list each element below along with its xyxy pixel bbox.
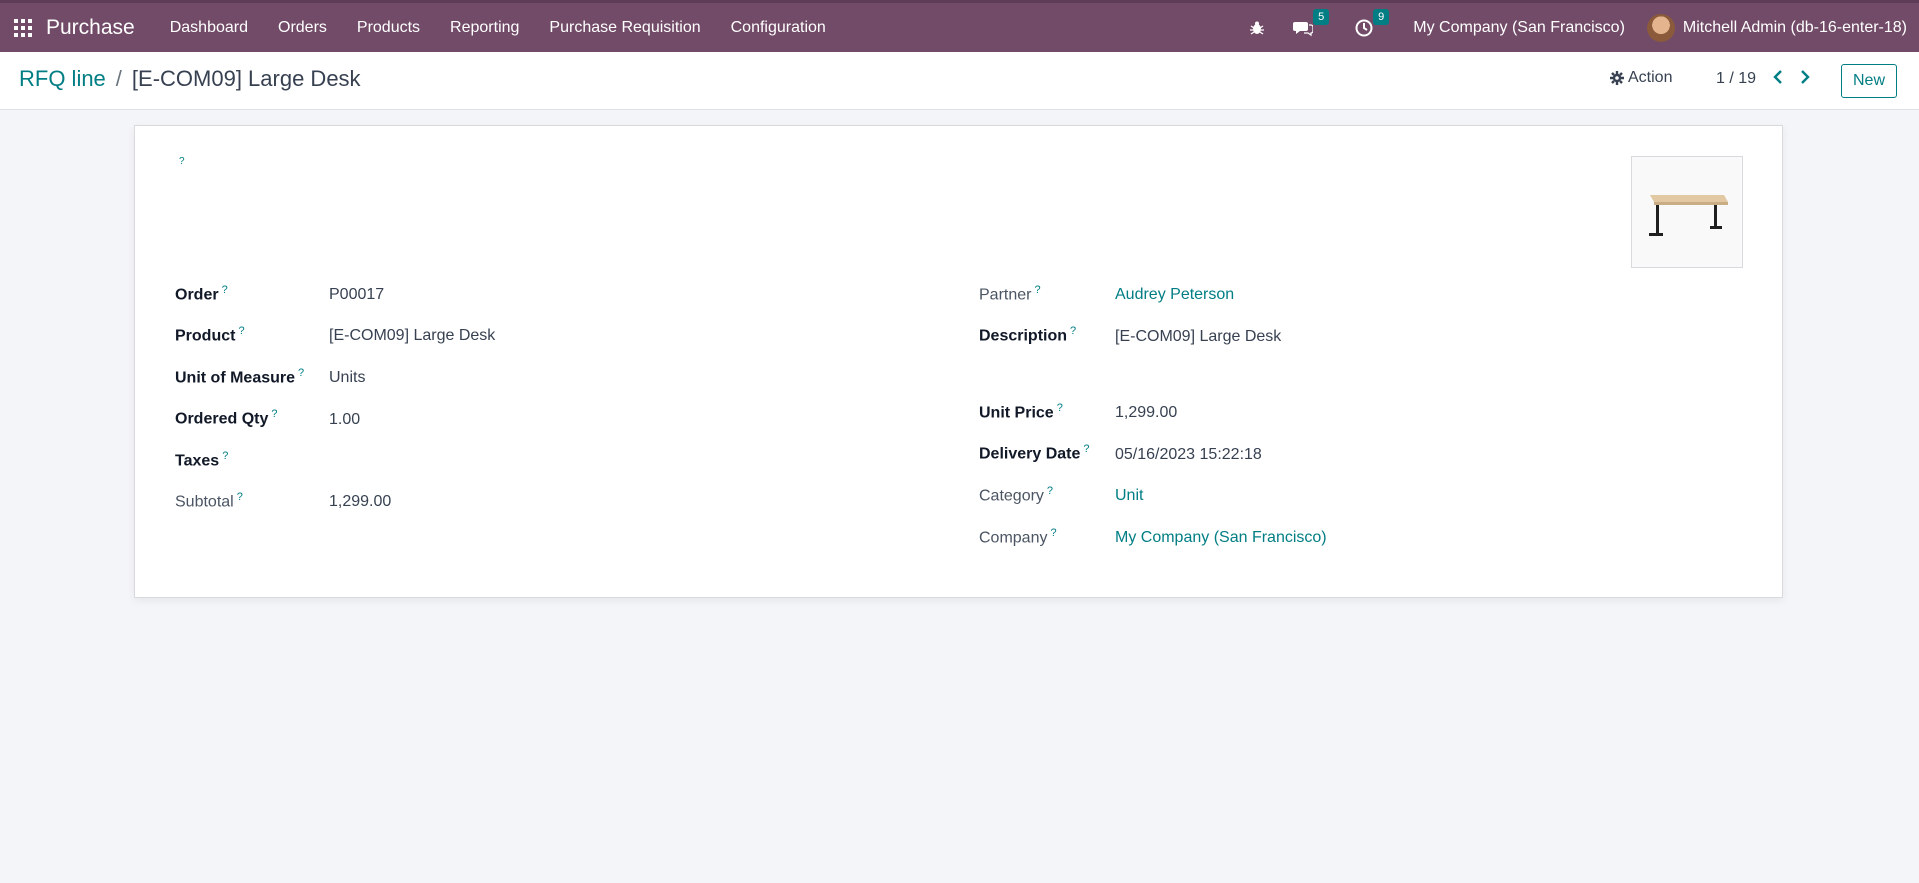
- pager-previous-chevron-icon[interactable]: [1773, 70, 1783, 89]
- help-tooltip-icon[interactable]: ?: [237, 491, 243, 503]
- menu-products[interactable]: Products: [342, 2, 435, 54]
- field-label-subtotal: Subtotal?: [175, 491, 243, 511]
- field-value-unit-of-measure[interactable]: Units: [329, 369, 365, 387]
- help-tooltip-icon[interactable]: ?: [179, 156, 185, 167]
- help-tooltip-icon[interactable]: ?: [222, 284, 228, 296]
- menu-purchase-requisition[interactable]: Purchase Requisition: [534, 2, 715, 54]
- help-tooltip-icon[interactable]: ?: [238, 325, 244, 337]
- user-name: Mitchell Admin (db-16-enter-18): [1682, 18, 1907, 36]
- gear-icon: [1610, 71, 1624, 85]
- product-image[interactable]: [1631, 156, 1743, 268]
- field-label-unit-price: Unit Price?: [979, 402, 1063, 422]
- control-panel: RFQ line / [E-COM09] Large Desk Action 1…: [0, 52, 1919, 110]
- field-label-taxes: Taxes?: [175, 450, 229, 470]
- field-label-order: Order?: [175, 284, 228, 304]
- app-name[interactable]: Purchase: [46, 16, 135, 40]
- debug-bug-icon[interactable]: [1249, 20, 1265, 36]
- help-tooltip-icon[interactable]: ?: [298, 367, 304, 379]
- activities-count-badge: 9: [1373, 8, 1390, 25]
- action-menu-button[interactable]: Action: [1610, 69, 1672, 87]
- help-tooltip-icon[interactable]: ?: [1057, 402, 1063, 414]
- field-label-partner: Partner?: [979, 284, 1041, 304]
- apps-menu-icon[interactable]: [14, 18, 32, 37]
- field-value-description[interactable]: [E-COM09] Large Desk: [1115, 328, 1281, 346]
- messages-icon[interactable]: 5: [1293, 8, 1330, 37]
- company-switcher[interactable]: My Company (San Francisco): [1413, 19, 1625, 37]
- desk-image: [1649, 195, 1728, 236]
- user-menu[interactable]: Mitchell Admin (db-16-enter-18): [1646, 13, 1907, 42]
- field-value-unit-price[interactable]: 1,299.00: [1115, 404, 1177, 422]
- breadcrumb-separator: /: [115, 66, 122, 91]
- field-label-category: Category?: [979, 485, 1054, 505]
- menu-configuration[interactable]: Configuration: [716, 2, 841, 54]
- field-value-product[interactable]: [E-COM09] Large Desk: [329, 327, 495, 345]
- avatar: [1646, 13, 1675, 42]
- field-label-company: Company?: [979, 527, 1057, 547]
- help-tooltip-icon[interactable]: ?: [1070, 325, 1076, 337]
- breadcrumb-rfq-line[interactable]: RFQ line: [19, 66, 106, 92]
- field-label-description: Description?: [979, 325, 1077, 345]
- field-label-delivery-date: Delivery Date?: [979, 443, 1090, 463]
- help-tooltip-icon[interactable]: ?: [1047, 485, 1053, 497]
- navbar-systray: 5 9 My Company (San Francisco) Mitchell …: [1235, 3, 1919, 52]
- field-value-category[interactable]: Unit: [1115, 487, 1143, 505]
- menu-dashboard[interactable]: Dashboard: [155, 2, 263, 54]
- field-value-delivery-date[interactable]: 05/16/2023 15:22:18: [1115, 446, 1262, 464]
- breadcrumb-current: [E-COM09] Large Desk: [131, 66, 361, 91]
- breadcrumb: RFQ line / [E-COM09] Large Desk: [19, 66, 361, 92]
- field-label-ordered-qty: Ordered Qty?: [175, 408, 278, 428]
- help-tooltip-icon[interactable]: ?: [271, 408, 277, 420]
- messages-count-badge: 5: [1313, 8, 1330, 25]
- help-tooltip-icon[interactable]: ?: [1050, 527, 1056, 539]
- field-value-partner[interactable]: Audrey Peterson: [1115, 286, 1234, 304]
- field-value-company[interactable]: My Company (San Francisco): [1115, 529, 1327, 547]
- help-tooltip-icon[interactable]: ?: [1034, 284, 1040, 296]
- field-value-ordered-qty[interactable]: 1.00: [329, 411, 360, 429]
- menu-reporting[interactable]: Reporting: [435, 2, 534, 54]
- help-tooltip-icon[interactable]: ?: [1083, 443, 1089, 455]
- new-button[interactable]: New: [1841, 64, 1897, 98]
- top-navbar: Purchase Dashboard Orders Products Repor…: [0, 0, 1919, 52]
- form-sheet: ? Order? P00017 Product? [E-COM09] Large…: [134, 125, 1783, 598]
- menu-orders[interactable]: Orders: [263, 2, 342, 54]
- field-value-order[interactable]: P00017: [329, 286, 384, 304]
- action-label: Action: [1628, 69, 1673, 86]
- pager-value[interactable]: 1 / 19: [1716, 70, 1756, 88]
- field-label-unit-of-measure: Unit of Measure?: [175, 367, 305, 387]
- pager-next-chevron-icon[interactable]: [1800, 70, 1810, 89]
- field-value-subtotal: 1,299.00: [329, 493, 392, 510]
- activities-clock-icon[interactable]: 9: [1355, 8, 1390, 37]
- help-tooltip-icon[interactable]: ?: [222, 450, 228, 462]
- field-label-product: Product?: [175, 325, 245, 345]
